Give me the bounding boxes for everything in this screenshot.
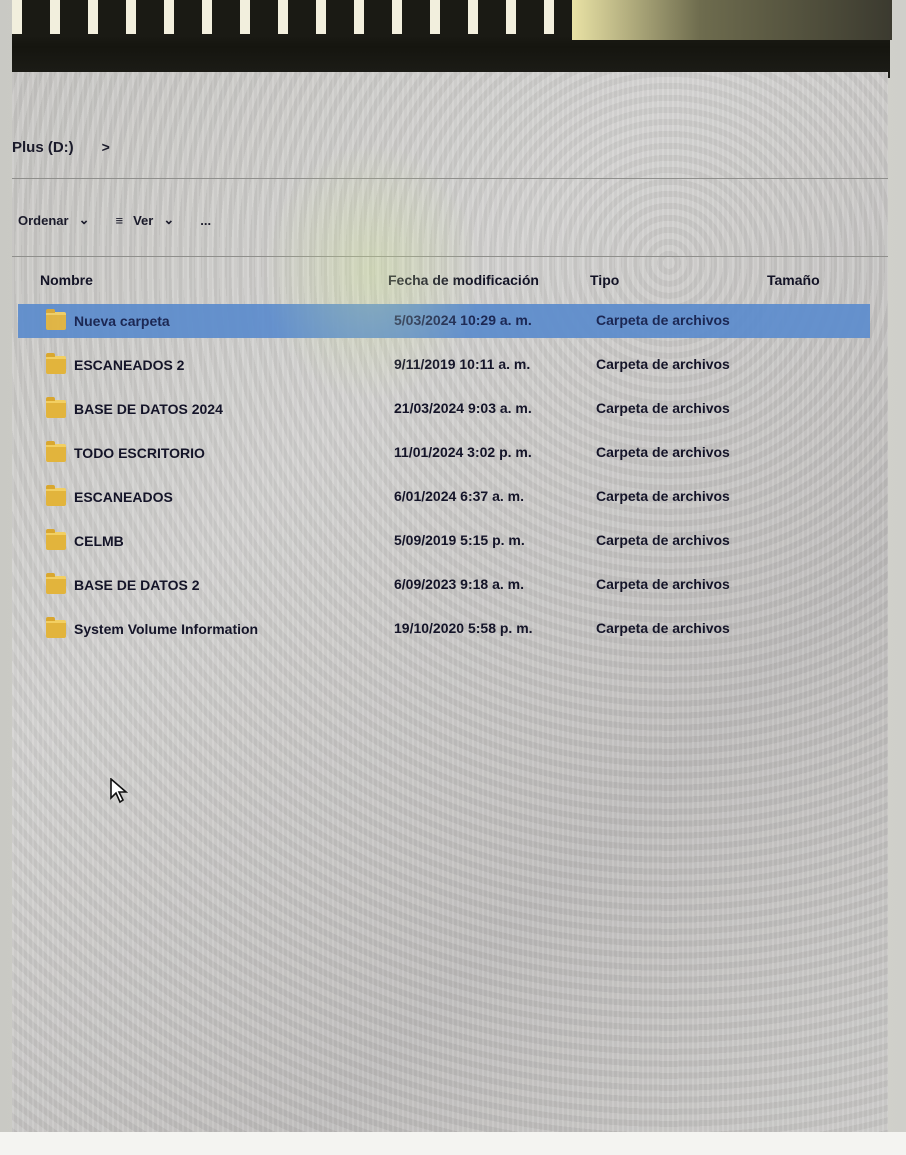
file-explorer-window: Plus (D:) > Ordenar ⌄ ≡ Ver ⌄ ... Nombre… <box>12 72 888 1132</box>
file-name: ESCANEADOS 2 <box>74 357 185 373</box>
address-location[interactable]: Plus (D:) <box>12 139 74 156</box>
file-name: System Volume Information <box>74 621 259 637</box>
column-header-row: Nombre Fecha de modificación Tipo Tamaño <box>12 268 888 298</box>
file-row[interactable]: BASE DE DATOS 2 6/09/2023 9:18 a. m. Car… <box>18 568 870 602</box>
folder-icon <box>46 617 66 638</box>
keyboard-keys-reflection <box>12 0 612 34</box>
file-name: TODO ESCRITORIO <box>74 445 205 461</box>
file-type: Carpeta de archivos <box>596 576 730 592</box>
column-header-size[interactable]: Tamaño <box>767 272 857 288</box>
file-date: 5/03/2024 10:29 a. m. <box>394 312 532 328</box>
file-name-cell: System Volume Information <box>46 617 376 638</box>
file-date: 6/01/2024 6:37 a. m. <box>394 488 524 504</box>
file-date: 6/09/2023 9:18 a. m. <box>394 576 524 592</box>
monitor-bezel-top <box>12 0 892 78</box>
more-options-button[interactable]: ... <box>200 213 211 228</box>
column-header-date[interactable]: Fecha de modificación <box>388 272 588 288</box>
file-row[interactable]: ESCANEADOS 2 9/11/2019 10:11 a. m. Carpe… <box>18 348 870 382</box>
photo-bottom-edge <box>0 1132 906 1155</box>
view-label: Ver <box>133 212 154 228</box>
file-type: Carpeta de archivos <box>596 356 730 372</box>
file-type: Carpeta de archivos <box>596 620 730 636</box>
file-name-cell: BASE DE DATOS 2 <box>46 573 376 594</box>
file-type: Carpeta de archivos <box>596 312 730 328</box>
file-date: 5/09/2019 5:15 p. m. <box>394 532 525 548</box>
divider <box>12 256 888 257</box>
file-name-cell: TODO ESCRITORIO <box>46 441 376 462</box>
address-chevron-icon[interactable]: > <box>102 139 110 155</box>
file-row[interactable]: BASE DE DATOS 2024 21/03/2024 9:03 a. m.… <box>18 392 870 426</box>
folder-icon <box>46 573 66 594</box>
file-name-cell: CELMB <box>46 529 376 550</box>
view-icon: ≡ <box>115 212 124 228</box>
file-name: ESCANEADOS <box>74 489 173 505</box>
file-type: Carpeta de archivos <box>596 400 730 416</box>
file-name-cell: ESCANEADOS 2 <box>46 353 376 374</box>
command-bar: Ordenar ⌄ ≡ Ver ⌄ ... <box>18 207 211 233</box>
file-type: Carpeta de archivos <box>596 444 730 460</box>
view-button[interactable]: ≡ Ver ⌄ <box>115 212 174 228</box>
file-name: Nueva carpeta <box>74 313 170 329</box>
file-name-cell: ESCANEADOS <box>46 485 376 506</box>
file-row[interactable]: TODO ESCRITORIO 11/01/2024 3:02 p. m. Ca… <box>18 436 870 470</box>
organize-button[interactable]: Ordenar ⌄ <box>18 212 89 228</box>
file-date: 11/01/2024 3:02 p. m. <box>394 444 532 460</box>
folder-icon <box>46 309 66 330</box>
organize-label: Ordenar <box>18 212 69 228</box>
file-name: CELMB <box>74 533 124 549</box>
file-name-cell: BASE DE DATOS 2024 <box>46 397 376 418</box>
folder-icon <box>46 441 66 462</box>
more-options-icon: ... <box>200 212 212 228</box>
chevron-down-icon: ⌄ <box>78 212 90 227</box>
file-row[interactable]: System Volume Information 19/10/2020 5:5… <box>18 612 870 646</box>
file-name-cell: Nueva carpeta <box>46 309 376 330</box>
file-name: BASE DE DATOS 2024 <box>74 401 223 417</box>
file-row[interactable]: ESCANEADOS 6/01/2024 6:37 a. m. Carpeta … <box>18 480 870 514</box>
column-header-name[interactable]: Nombre <box>40 272 370 288</box>
folder-icon <box>46 397 66 418</box>
file-row[interactable]: CELMB 5/09/2019 5:15 p. m. Carpeta de ar… <box>18 524 870 558</box>
file-type: Carpeta de archivos <box>596 488 730 504</box>
file-date: 19/10/2020 5:58 p. m. <box>394 620 533 636</box>
glare <box>572 0 892 40</box>
file-row[interactable]: Nueva carpeta 5/03/2024 10:29 a. m. Carp… <box>18 304 870 338</box>
folder-icon <box>46 353 66 374</box>
divider <box>12 178 888 179</box>
cursor-icon <box>110 778 128 804</box>
address-bar[interactable]: Plus (D:) > <box>12 134 110 160</box>
file-date: 9/11/2019 10:11 a. m. <box>394 356 531 372</box>
folder-icon <box>46 529 66 550</box>
folder-icon <box>46 485 66 506</box>
file-date: 21/03/2024 9:03 a. m. <box>394 400 532 416</box>
chevron-down-icon: ⌄ <box>163 212 175 227</box>
file-type: Carpeta de archivos <box>596 532 730 548</box>
column-header-type[interactable]: Tipo <box>590 272 760 288</box>
file-name: BASE DE DATOS 2 <box>74 577 200 593</box>
